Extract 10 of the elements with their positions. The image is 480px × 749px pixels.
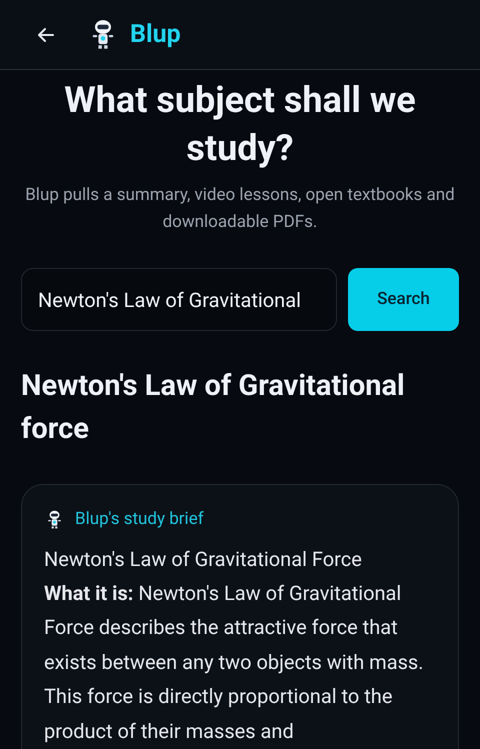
brand-name: Blup (130, 18, 181, 51)
search-button[interactable]: Search (348, 268, 459, 331)
brief-label: Blup's study brief (75, 508, 204, 531)
robot-icon (46, 510, 63, 530)
search-field[interactable]: Newton's Law of Gravitational (21, 268, 337, 331)
brief-text: What it is: Newton's Law of Gravitational Force describes the attractive force that exists between any two objects with mass. This force is directly proportional to the product of their masses and (44, 580, 425, 744)
brief-heading: Newton's Law of Gravitational Force (44, 546, 363, 572)
page-title: What subject shall we study? (63, 78, 417, 171)
page-subtitle: Blup pulls a summary, video lessons, open textbooks and downloadable PDFs. (24, 184, 456, 234)
topic-title: Newton's Law of Gravitational force (21, 368, 406, 448)
